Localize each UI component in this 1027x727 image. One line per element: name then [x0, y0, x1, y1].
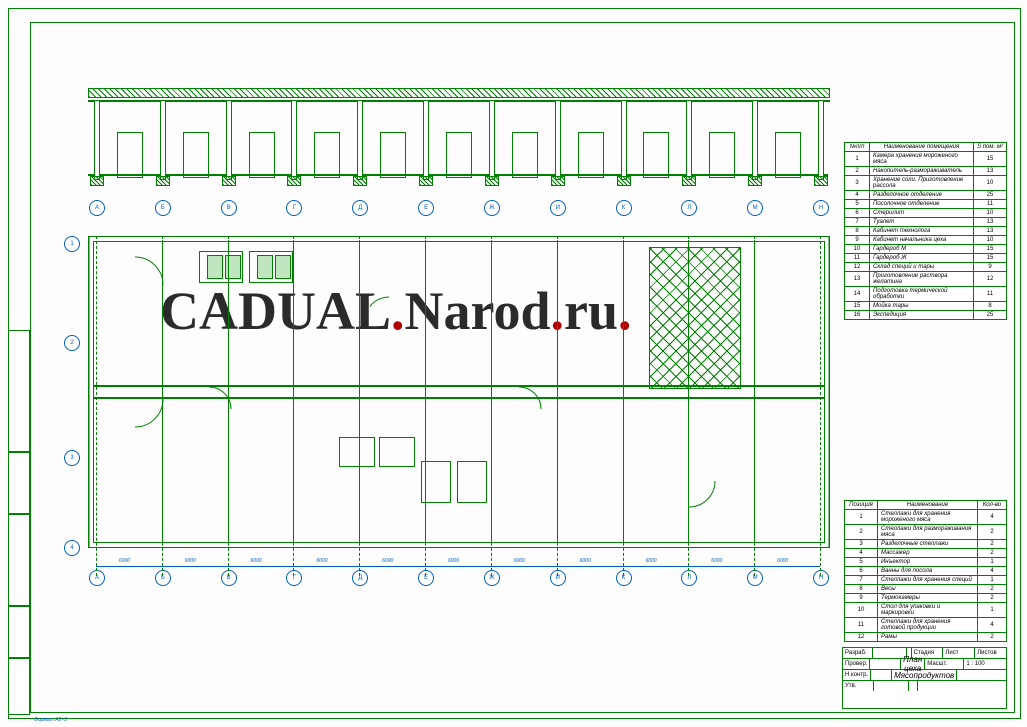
grid-bubble: А	[89, 570, 105, 586]
grid-bubble: Б	[155, 570, 171, 586]
side-block	[8, 452, 30, 514]
floor-plan	[88, 236, 830, 548]
table-row: 9Кабинет начальника цеха10	[845, 236, 1007, 245]
table-row: 1Стеллажи для хранения мороженого мяса4	[845, 510, 1007, 525]
side-block	[8, 514, 30, 606]
dimension-text: 6000	[645, 558, 656, 564]
table-row: 3Хранение соли. Приготовление рассола10	[845, 176, 1007, 191]
table-row: 8Кабинет технолога13	[845, 227, 1007, 236]
grid-bubble: К	[616, 570, 632, 586]
side-block	[8, 330, 30, 452]
table-header: Наименование	[878, 501, 978, 510]
table-row: 7Стеллажи для хранения специй1	[845, 576, 1007, 585]
dimension-text: 6000	[514, 558, 525, 564]
table-row: 4Массажер2	[845, 549, 1007, 558]
table-row: 5Инъектор1	[845, 558, 1007, 567]
table-row: 13Приготовление раствора желатина12	[845, 272, 1007, 287]
table-row: 7Туалет13	[845, 218, 1007, 227]
grid-bubble: В	[221, 200, 237, 216]
table-header: Кол-во	[978, 501, 1007, 510]
role-cell: Разраб.	[843, 648, 873, 658]
grid-bubble: В	[221, 570, 237, 586]
grid-bubble: И	[550, 200, 566, 216]
table-row: 4Разделочное отделение25	[845, 191, 1007, 200]
grid-bubble: 4	[64, 540, 80, 556]
table-row: 11Гардероб Ж15	[845, 254, 1007, 263]
grid-bubble: 1	[64, 236, 80, 252]
grid-bubble: Е	[418, 570, 434, 586]
scale-value: 1 : 100	[964, 659, 1006, 669]
grid-bubble: Е	[418, 200, 434, 216]
table-row: 10Гардероб М15	[845, 245, 1007, 254]
table-row: 6Ванны для посола4	[845, 567, 1007, 576]
grid-bubble: Н	[813, 570, 829, 586]
drawing-sheet: /* placeholder */ АБВГДЕЖИКЛМН	[0, 0, 1027, 727]
dimension-text: 6000	[448, 558, 459, 564]
table-row: 12Склад специй и тары9	[845, 263, 1007, 272]
table-row: 15Мойка тары8	[845, 302, 1007, 311]
table-row: 5Посолочное отделение11	[845, 200, 1007, 209]
table-row: 3Разделочные стеллажи2	[845, 540, 1007, 549]
dimension-text: 6000	[580, 558, 591, 564]
grid-bubble: Н	[813, 200, 829, 216]
sheet-format-label: Формат А2×3	[34, 717, 67, 723]
dimension-text: 6000	[251, 558, 262, 564]
grid-bubble: И	[550, 570, 566, 586]
equipment-schedule-table: ПозицияНаименованиеКол-во1Стеллажи для х…	[844, 500, 1007, 642]
table-row: 1Камера хранения мороженого мяса15	[845, 152, 1007, 167]
table-header: S пом. м²	[974, 143, 1007, 152]
grid-bubble: Ж	[484, 570, 500, 586]
table-row: 2Стеллажи для размораживания мяса2	[845, 525, 1007, 540]
grid-bubble: А	[89, 200, 105, 216]
table-row: 9Термокамеры2	[845, 594, 1007, 603]
table-header: Позиция	[845, 501, 878, 510]
table-header: №п/п	[845, 143, 870, 152]
side-block	[8, 606, 30, 658]
room-schedule-table: №п/пНаименование помещенияS пом. м²1Каме…	[844, 142, 1007, 320]
grid-bubble: Б	[155, 200, 171, 216]
grid-bubble: К	[616, 200, 632, 216]
table-row: 16Экспедиция25	[845, 311, 1007, 320]
grid-bubble: Ж	[484, 200, 500, 216]
grid-bubble: 3	[64, 450, 80, 466]
table-row: 12Рамы2	[845, 633, 1007, 642]
dimension-text: 6000	[777, 558, 788, 564]
dimension-text: 6000	[382, 558, 393, 564]
grid-bubble: 2	[64, 335, 80, 351]
dimension-text: 6000	[119, 558, 130, 564]
title-block: Разраб.СтадияЛистЛистов Провер.План цеха…	[842, 647, 1007, 709]
side-block	[8, 658, 30, 715]
table-row: 10Стол для упаковки и маркировки1	[845, 603, 1007, 618]
dimension-text: 6000	[185, 558, 196, 564]
table-header: Наименование помещения	[870, 143, 974, 152]
table-row: 14Подготовка термической обработки11	[845, 287, 1007, 302]
table-row: 11Стеллажи для хранения готовой продукци…	[845, 618, 1007, 633]
dimension-text: 6000	[711, 558, 722, 564]
table-row: 6Стерилит10	[845, 209, 1007, 218]
dimension-text: 6000	[316, 558, 327, 564]
drawing-title-2: Мясопродуктов	[894, 671, 954, 680]
table-row: 2Накопитель-размораживатель13	[845, 167, 1007, 176]
table-row: 8Весы2	[845, 585, 1007, 594]
